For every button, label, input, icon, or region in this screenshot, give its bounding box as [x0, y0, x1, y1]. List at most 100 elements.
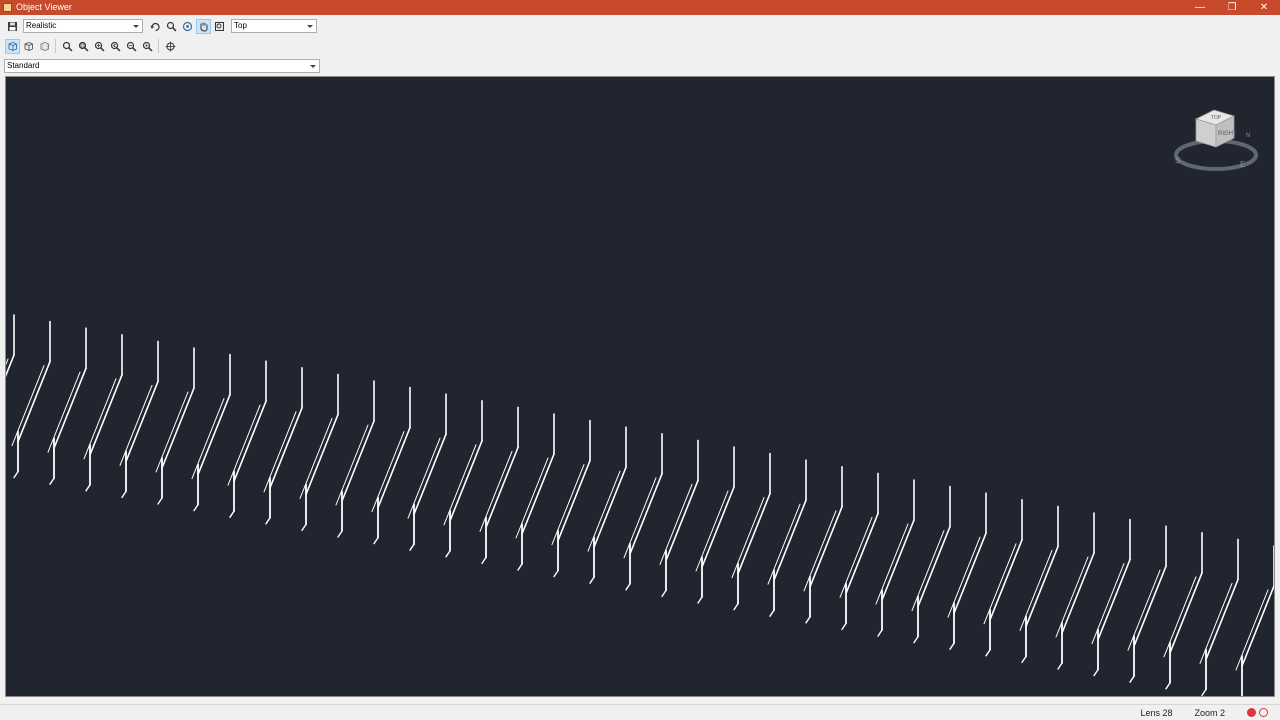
zoom-in-icon — [94, 41, 105, 52]
crosshair-icon — [165, 41, 175, 51]
restore-button[interactable]: ❐ — [1216, 0, 1248, 15]
status-indicator-icon — [1259, 708, 1268, 717]
window-title: Object Viewer — [16, 2, 72, 12]
close-button[interactable]: ✕ — [1248, 0, 1280, 15]
zoom-window-button[interactable] — [76, 39, 91, 54]
model-edge — [1019, 549, 1053, 631]
model-edge — [1133, 565, 1167, 648]
model-edge — [517, 563, 523, 571]
model-edge — [629, 472, 663, 555]
toolbar-row-3: Standard — [4, 58, 320, 74]
view-select[interactable]: Top — [231, 19, 317, 33]
model-edge — [11, 365, 45, 447]
model-edge — [335, 424, 369, 506]
model-edge — [1241, 695, 1243, 696]
model-edge — [695, 490, 729, 572]
model-edge — [737, 492, 771, 575]
model-edge — [1201, 688, 1207, 696]
model-edge — [805, 616, 811, 624]
toolbar-separator — [55, 39, 56, 53]
lens-status: Lens 28 — [1140, 707, 1173, 718]
model-edge — [845, 512, 879, 595]
pan-button[interactable] — [195, 18, 211, 34]
model-edge — [13, 470, 19, 479]
app-icon — [3, 3, 12, 12]
model-edge — [409, 543, 415, 551]
zoom-realtime-button[interactable] — [164, 19, 179, 34]
model-edge — [1205, 578, 1239, 661]
model-edge — [881, 519, 915, 601]
toolbar-area: Realistic Top Standard — [0, 15, 1280, 76]
zoom-previous-icon — [110, 41, 121, 52]
grid-box-icon — [40, 41, 49, 51]
zoom-extents-button[interactable] — [212, 19, 227, 34]
free-orbit-button[interactable] — [180, 19, 195, 34]
model-edge — [263, 411, 297, 493]
model-edge — [125, 380, 159, 463]
model-edge — [407, 437, 441, 519]
model-edge — [341, 420, 375, 502]
model-edge — [985, 649, 991, 657]
minimize-button[interactable]: — — [1184, 0, 1216, 15]
ucs-select[interactable]: Standard — [4, 59, 320, 73]
model-edge — [155, 391, 189, 473]
model-edge — [1199, 582, 1233, 664]
grid-toggle-button[interactable] — [37, 39, 52, 54]
model-edge — [305, 413, 339, 496]
pan-icon — [200, 22, 207, 32]
model-edge — [773, 499, 807, 582]
view-cube[interactable]: TOP RIGHT S N E — [1174, 105, 1264, 177]
zoom-out-icon — [126, 41, 137, 52]
model-edge — [839, 516, 873, 598]
model-edge — [197, 393, 231, 476]
zoom-previous-button[interactable] — [108, 39, 123, 54]
model-edge — [49, 477, 55, 485]
zoom-out-button[interactable] — [124, 39, 139, 54]
zoom-in-button[interactable] — [92, 39, 107, 54]
model-edge — [1057, 662, 1063, 670]
model-edge — [803, 510, 837, 592]
model-edge — [413, 433, 447, 516]
model-edge — [701, 486, 735, 568]
3d-viewport[interactable]: TOP RIGHT S N E — [5, 76, 1275, 697]
compass-south-label: S — [1175, 156, 1180, 165]
model-edge — [911, 530, 945, 612]
model-edge — [697, 596, 703, 604]
model-edge — [1055, 556, 1089, 638]
model-edge — [733, 602, 739, 611]
model-edge — [875, 523, 909, 605]
save-button[interactable] — [5, 19, 20, 34]
model-edge — [515, 457, 549, 539]
cube-icon — [8, 41, 17, 51]
zoom-button[interactable] — [60, 39, 75, 54]
model-edge — [1093, 668, 1099, 677]
view-cube-right-label: RIGHT — [1218, 131, 1237, 137]
magnifier-icon — [166, 21, 177, 32]
model-edge — [47, 371, 81, 453]
model-edge — [1129, 675, 1135, 683]
model-edge — [913, 635, 919, 644]
locate-button[interactable] — [163, 39, 178, 54]
ucs-icon-toggle-button[interactable] — [21, 39, 36, 54]
zoom-all-button[interactable] — [140, 39, 155, 54]
model-edge — [1235, 589, 1269, 671]
zoom-extents-icon — [214, 21, 224, 31]
box-icon — [24, 41, 33, 51]
visual-style-select[interactable]: Realistic — [23, 19, 143, 33]
model-edge — [161, 387, 195, 469]
model-edge — [53, 367, 87, 450]
model-edge — [1061, 552, 1095, 634]
zoom-all-icon — [142, 41, 153, 52]
model-edge — [481, 556, 487, 565]
orbit-button[interactable] — [148, 19, 163, 34]
view-cube-toggle-button[interactable] — [4, 38, 20, 54]
model-edge — [949, 642, 955, 650]
orbit-icon — [150, 22, 160, 31]
model-edge — [191, 398, 225, 480]
model-edge — [659, 483, 693, 565]
model-edge — [989, 538, 1023, 621]
model-edge — [553, 569, 559, 578]
ucs-value: Standard — [7, 61, 40, 70]
model-edge — [1165, 682, 1171, 690]
model-edge — [17, 360, 51, 443]
